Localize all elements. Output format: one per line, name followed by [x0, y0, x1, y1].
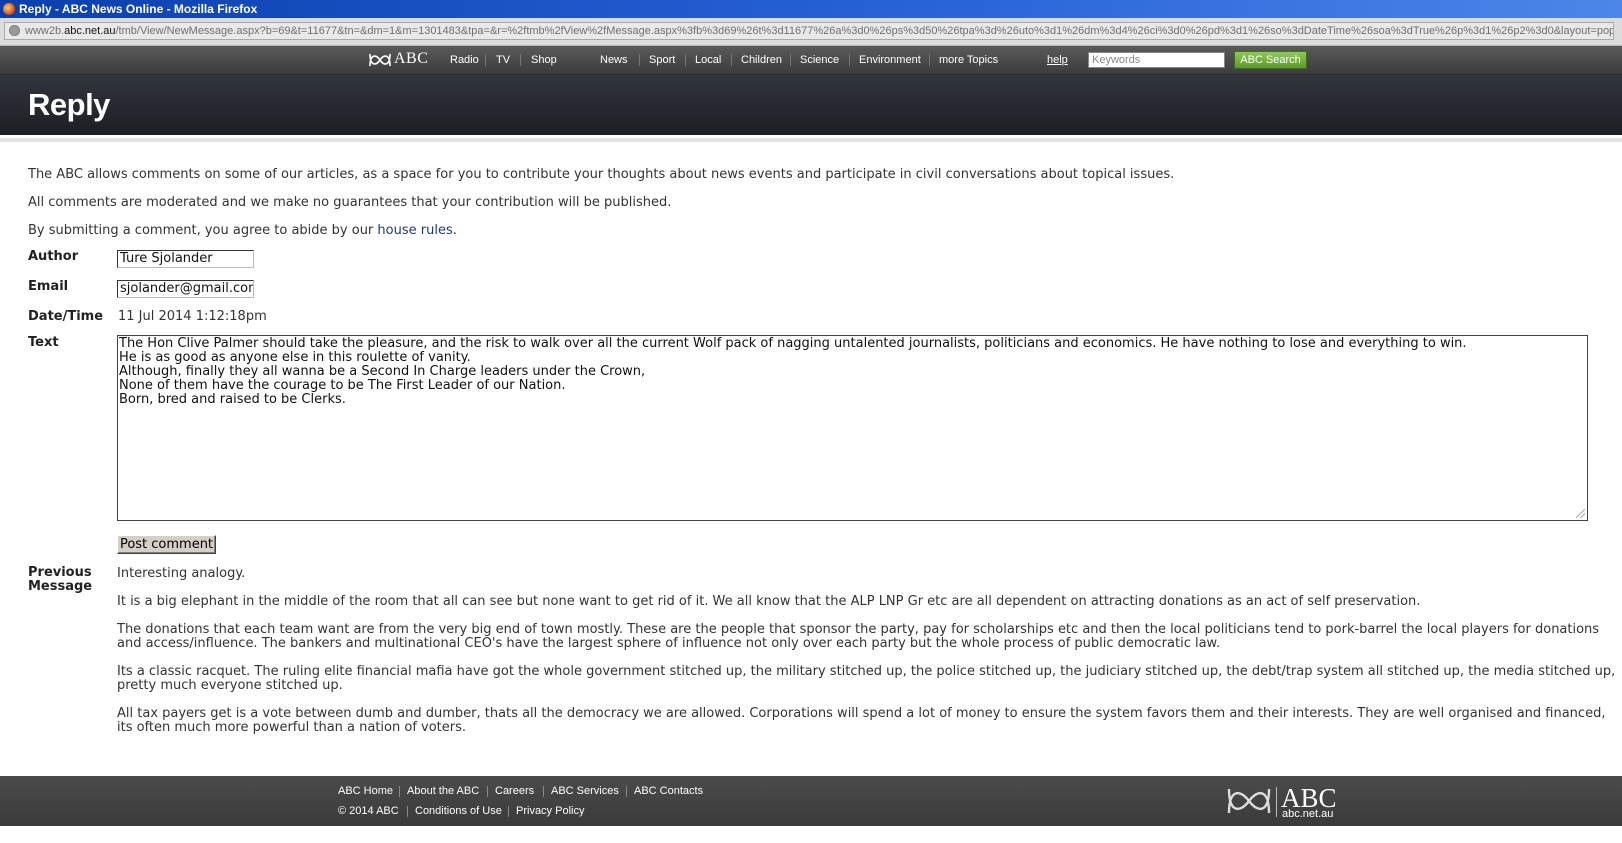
- page-footer: ABC Home About the ABC Careers ABC Servi…: [0, 776, 1622, 826]
- nav-shop[interactable]: Shop: [531, 54, 557, 66]
- url-prefix: www2b.: [25, 25, 65, 37]
- page-title: Reply: [28, 87, 110, 122]
- nav-environment[interactable]: Environment: [859, 54, 921, 66]
- footer-careers[interactable]: Careers: [495, 785, 534, 797]
- url-bar: www2b.abc.net.au/tmb/View/NewMessage.asp…: [0, 18, 1622, 46]
- nav-tv[interactable]: TV: [496, 54, 510, 66]
- previous-paragraph: Its a classic racquet. The ruling elite …: [117, 664, 1616, 693]
- resize-grip-icon[interactable]: [1576, 509, 1585, 518]
- page-header: Reply: [0, 75, 1622, 138]
- header-shadow: [0, 138, 1622, 142]
- url-path: /tmb/View/NewMessage.aspx?b=69&t=11677&t…: [115, 25, 1614, 37]
- search-button[interactable]: ABC Search: [1234, 51, 1307, 69]
- footer-separator: [399, 786, 400, 797]
- abc-lissajous-icon: [1227, 788, 1271, 814]
- email-field[interactable]: sjolander@gmail.com: [117, 280, 254, 298]
- footer-separator: [626, 786, 627, 797]
- abc-navbar: ABC Radio TV Shop News Sport Local Child…: [0, 46, 1622, 75]
- author-label: Author: [28, 249, 79, 264]
- previous-paragraph: The donations that each team want are fr…: [117, 622, 1600, 651]
- nav-separator: [849, 54, 850, 66]
- footer-contacts[interactable]: ABC Contacts: [634, 785, 703, 797]
- datetime-value: 11 Jul 2014 1:12:18pm: [118, 309, 267, 324]
- previous-paragraph: It is a big elephant in the middle of th…: [117, 594, 1421, 609]
- nav-separator: [485, 54, 486, 66]
- footer-separator: [508, 806, 509, 817]
- footer-domain: abc.net.au: [1282, 808, 1334, 820]
- nav-separator: [790, 54, 791, 66]
- footer-abc-logo[interactable]: ABC abc.net.au: [1226, 783, 1346, 820]
- footer-abc-home[interactable]: ABC Home: [338, 785, 393, 797]
- nav-separator: [731, 54, 732, 66]
- text-line: Born, bred and raised to be Clerks.: [119, 392, 346, 407]
- intro-paragraph: The ABC allows comments on some of our a…: [28, 167, 1175, 182]
- nav-science[interactable]: Science: [800, 54, 839, 66]
- rules-suffix: .: [452, 223, 457, 238]
- email-label: Email: [28, 279, 69, 294]
- text-label: Text: [28, 335, 59, 350]
- author-field[interactable]: Ture Sjolander: [117, 250, 254, 268]
- firefox-icon: [3, 3, 15, 15]
- text-line: The Hon Clive Palmer should take the ple…: [119, 336, 1467, 351]
- footer-separator: [543, 786, 544, 797]
- nav-separator: [929, 54, 930, 66]
- text-line: Although, finally they all wanna be a Se…: [119, 364, 646, 379]
- footer-separator: [407, 806, 408, 817]
- search-input[interactable]: Keywords: [1088, 52, 1225, 68]
- footer-privacy[interactable]: Privacy Policy: [516, 805, 584, 817]
- nav-news[interactable]: News: [600, 54, 628, 66]
- url-domain: abc.net.au: [64, 25, 116, 37]
- nav-radio[interactable]: Radio: [450, 54, 479, 66]
- nav-separator: [520, 54, 521, 66]
- footer-separator: [487, 786, 488, 797]
- text-line: He is as good as anyone else in this rou…: [119, 350, 471, 365]
- footer-services[interactable]: ABC Services: [551, 785, 619, 797]
- nav-children[interactable]: Children: [741, 54, 782, 66]
- datetime-label: Date/Time: [28, 309, 104, 324]
- globe-icon: [9, 25, 20, 36]
- footer-logo-divider: [1276, 787, 1277, 817]
- previous-paragraph: Interesting analogy.: [117, 566, 246, 581]
- comment-textarea[interactable]: The Hon Clive Palmer should take the ple…: [117, 335, 1588, 521]
- nav-separator: [685, 54, 686, 66]
- page-bottom: [0, 826, 1622, 843]
- abc-lissajous-icon: [369, 53, 391, 67]
- moderation-paragraph: All comments are moderated and we make n…: [28, 195, 672, 210]
- post-comment-button[interactable]: Post comment: [117, 535, 216, 554]
- footer-about[interactable]: About the ABC: [407, 785, 479, 797]
- window-title: Reply - ABC News Online - Mozilla Firefo…: [19, 2, 258, 16]
- previous-paragraph: All tax payers get is a vote between dum…: [117, 706, 1606, 735]
- window-titlebar: Reply - ABC News Online - Mozilla Firefo…: [0, 0, 1622, 18]
- house-rules-link[interactable]: house rules: [377, 223, 452, 238]
- previous-label-line2: Message: [28, 579, 93, 594]
- address-field[interactable]: www2b.abc.net.au/tmb/View/NewMessage.asp…: [4, 22, 1614, 40]
- rules-paragraph: By submitting a comment, you agree to ab…: [28, 223, 457, 238]
- previous-label-line1: Previous: [28, 565, 92, 580]
- previous-message-label: Previous Message: [28, 566, 92, 594]
- text-line: None of them have the courage to be The …: [119, 378, 566, 393]
- footer-conditions[interactable]: Conditions of Use: [415, 805, 502, 817]
- nav-more-topics[interactable]: more Topics: [939, 54, 998, 66]
- footer-copyright: © 2014 ABC: [338, 805, 399, 817]
- nav-sport[interactable]: Sport: [649, 54, 675, 66]
- abc-wordmark: ABC: [394, 50, 429, 67]
- nav-separator: [639, 54, 640, 66]
- help-link[interactable]: help: [1047, 54, 1068, 66]
- rules-prefix: By submitting a comment, you agree to ab…: [28, 223, 378, 238]
- nav-local[interactable]: Local: [695, 54, 721, 66]
